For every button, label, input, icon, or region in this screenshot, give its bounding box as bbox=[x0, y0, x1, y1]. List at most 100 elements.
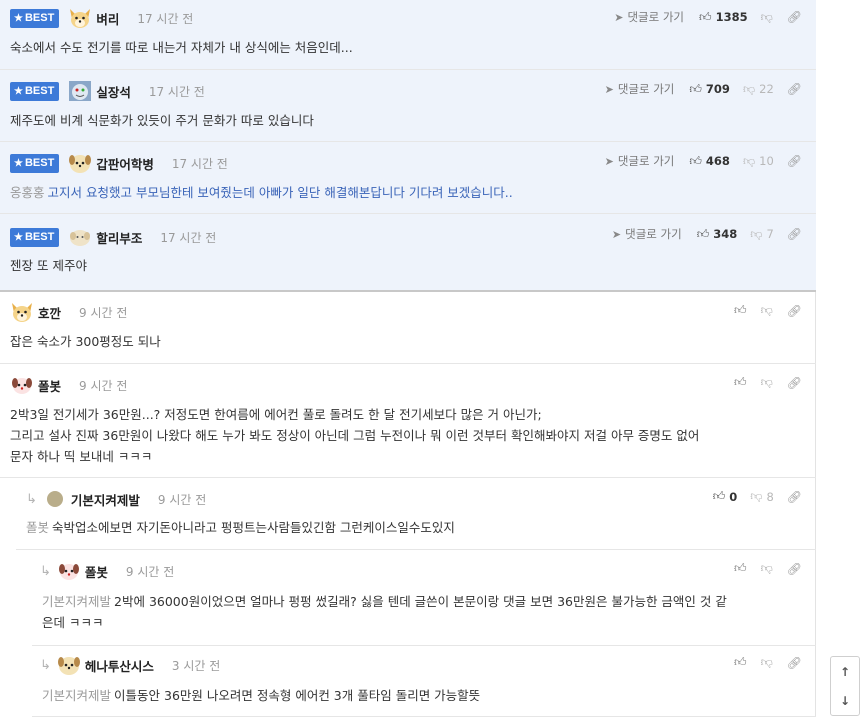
link-icon[interactable]: 🔗︎ bbox=[787, 227, 802, 241]
like-button[interactable]: 👍︎ 468 bbox=[689, 154, 730, 169]
best-badge: ★ BEST bbox=[10, 227, 60, 247]
link-icon[interactable]: 🔗︎ bbox=[787, 154, 802, 168]
mention[interactable]: 기본지켜제발 bbox=[42, 594, 111, 609]
like-button[interactable]: 👍︎ bbox=[734, 561, 747, 576]
go-to-reply-link[interactable]: ➤ 댓글로 가기 bbox=[605, 81, 675, 97]
link-icon[interactable]: 🔗︎ bbox=[787, 656, 802, 670]
dislike-button[interactable]: 👎︎ bbox=[761, 303, 773, 318]
like-button[interactable]: 👍︎ bbox=[734, 303, 747, 318]
reply-arrow-icon: ➤ bbox=[604, 82, 614, 96]
reply-arrow-icon: ➤ bbox=[611, 227, 622, 241]
mention[interactable]: 폴봇 bbox=[26, 520, 49, 535]
dislike-button[interactable]: 👎︎ bbox=[761, 375, 773, 390]
nickname[interactable]: 갑판어학병 bbox=[96, 154, 154, 173]
link-icon[interactable]: 🔗︎ bbox=[787, 562, 802, 576]
scroll-control: ↑ ↓ bbox=[830, 656, 860, 716]
thumb-down-icon: 👎︎ bbox=[742, 153, 756, 168]
mention[interactable]: 옹홍홍 bbox=[10, 185, 45, 200]
thumb-down-icon: 👎︎ bbox=[742, 81, 756, 96]
avatar[interactable] bbox=[68, 226, 92, 248]
nickname[interactable]: 할리부조 bbox=[96, 228, 142, 247]
go-to-reply-link[interactable]: ➤ 댓글로 가기 bbox=[614, 9, 684, 25]
thumb-up-icon: 👍︎ bbox=[689, 81, 702, 96]
timestamp: 9 시간 전 bbox=[79, 305, 128, 320]
comment-text: 숙소에서 수도 전기를 따로 내는거 자체가 내 상식에는 처음인데... bbox=[10, 40, 353, 55]
thumb-up-icon: 👍︎ bbox=[734, 655, 747, 669]
avatar[interactable] bbox=[68, 152, 92, 174]
reply-comment: ↳ 헤나투산시스 3 시간 전 👍︎ 👎︎ 🔗︎ 기본지켜제발 이틀동안 36만원… bbox=[32, 646, 816, 717]
thumb-up-icon: 👍︎ bbox=[734, 303, 747, 317]
like-button[interactable]: 👍︎ 0 bbox=[713, 489, 738, 504]
link-icon[interactable]: 🔗︎ bbox=[787, 82, 802, 96]
comment-list: ★ BEST 벼리 17 시간 전 ➤ 댓글로 가기 👍︎ 1385 👎︎ 🔗︎ 숙소… bbox=[0, 0, 816, 717]
dislike-button[interactable]: 👎︎ bbox=[761, 561, 773, 576]
thumb-up-icon: 👍︎ bbox=[696, 226, 710, 241]
reply-arrow-icon: ↳ bbox=[26, 491, 37, 507]
timestamp: 9 시간 전 bbox=[79, 378, 128, 393]
nickname[interactable]: 폴봇 bbox=[85, 562, 108, 581]
go-to-reply-link[interactable]: ➤ 댓글로 가기 bbox=[605, 153, 675, 169]
best-badge: ★ BEST bbox=[10, 153, 60, 173]
like-button[interactable]: 👍︎ 348 bbox=[697, 227, 738, 242]
thumb-up-icon: 👍︎ bbox=[712, 489, 726, 503]
timestamp: 9 시간 전 bbox=[125, 564, 175, 579]
dislike-button[interactable]: 👎︎ 8 bbox=[750, 489, 774, 504]
dislike-button[interactable]: 👎︎ 22 bbox=[743, 82, 774, 97]
arrow-down-icon[interactable]: ↓ bbox=[840, 694, 850, 708]
comment-text: 제주도에 비계 식문화가 있듯이 주거 문화가 따로 있습니다 bbox=[10, 113, 314, 128]
avatar[interactable] bbox=[43, 488, 67, 510]
star-icon: ★ bbox=[14, 231, 23, 243]
dislike-button[interactable]: 👎︎ bbox=[761, 655, 773, 670]
thumb-down-icon: 👎︎ bbox=[750, 226, 763, 241]
comment: 호깐 9 시간 전 👍︎ 👎︎ 🔗︎ 잡은 숙소가 300평정도 되나 bbox=[0, 292, 816, 364]
link-icon[interactable]: 🔗︎ bbox=[787, 376, 802, 390]
link-icon[interactable]: 🔗︎ bbox=[787, 490, 802, 504]
avatar[interactable] bbox=[10, 374, 34, 396]
like-button[interactable]: 👍︎ bbox=[734, 655, 747, 670]
go-to-reply-link[interactable]: ➤ 댓글로 가기 bbox=[612, 226, 682, 242]
timestamp: 17 시간 전 bbox=[148, 84, 205, 99]
dislike-button[interactable]: 👎︎ bbox=[761, 10, 773, 25]
comment: 폴봇 9 시간 전 👍︎ 👎︎ 🔗︎ 2박3일 전기세가 36만원...? 저정… bbox=[0, 364, 816, 478]
dislike-button[interactable]: 👎︎ 10 bbox=[743, 154, 774, 169]
avatar[interactable] bbox=[10, 301, 34, 323]
nickname[interactable]: 헤나투산시스 bbox=[85, 656, 154, 675]
mention[interactable]: 기본지켜제발 bbox=[42, 688, 111, 703]
reply-comment: ↳ 기본지켜제발 9 시간 전 👍︎ 0 👎︎ 8 🔗︎ 폴봇 숙박업소에보면 자기돈… bbox=[16, 478, 816, 550]
like-button[interactable]: 👍︎ bbox=[734, 375, 747, 390]
like-button[interactable]: 👍︎ 1385 bbox=[699, 10, 748, 25]
comment-text: 잡은 숙소가 300평정도 되나 bbox=[10, 334, 161, 349]
comment-text: 폴봇 숙박업소에보면 자기돈아니라고 펑펑트는사람들있긴함 그런케이스일수도있지 bbox=[26, 520, 455, 535]
best-comment: ★ BEST 갑판어학병 17 시간 전 ➤ 댓글로 가기 👍︎ 468 👎︎ 10 🔗… bbox=[0, 142, 816, 214]
thumb-up-icon: 👍︎ bbox=[734, 375, 747, 389]
comment-text: 기본지켜제발 이틀동안 36만원 나오려면 정속형 에어컨 3개 풀타임 돌리면 … bbox=[42, 688, 481, 703]
thumb-up-icon: 👍︎ bbox=[734, 561, 747, 575]
reply-arrow-icon: ➤ bbox=[614, 10, 624, 24]
thumb-down-icon: 👎︎ bbox=[760, 561, 773, 575]
thumb-down-icon: 👎︎ bbox=[760, 655, 773, 669]
nickname[interactable]: 호깐 bbox=[38, 303, 61, 322]
avatar[interactable] bbox=[68, 80, 92, 102]
link-icon[interactable]: 🔗︎ bbox=[787, 304, 802, 318]
reply-arrow-icon: ↳ bbox=[40, 657, 51, 673]
nickname[interactable]: 폴봇 bbox=[38, 376, 61, 395]
like-button[interactable]: 👍︎ 709 bbox=[689, 82, 730, 97]
nickname[interactable]: 벼리 bbox=[96, 9, 119, 28]
thumb-up-icon: 👍︎ bbox=[689, 153, 702, 168]
best-comment: ★ BEST 할리부조 17 시간 전 ➤ 댓글로 가기 👍︎ 348 👎︎ 7 🔗︎ … bbox=[0, 214, 816, 292]
avatar[interactable] bbox=[57, 654, 81, 676]
avatar[interactable] bbox=[57, 560, 81, 582]
comment-text: 기본지켜제발 2박에 36000원이었으면 얼마나 펑펑 썼길래? 싫을 텐데 글… bbox=[42, 594, 727, 630]
timestamp: 3 시간 전 bbox=[171, 658, 221, 673]
dislike-button[interactable]: 👎︎ 7 bbox=[750, 227, 774, 242]
link-icon[interactable]: 🔗︎ bbox=[787, 10, 802, 24]
avatar[interactable] bbox=[68, 7, 92, 29]
nickname[interactable]: 실장석 bbox=[96, 82, 131, 101]
timestamp: 9 시간 전 bbox=[157, 492, 207, 507]
best-comment: ★ BEST 벼리 17 시간 전 ➤ 댓글로 가기 👍︎ 1385 👎︎ 🔗︎ 숙소… bbox=[0, 0, 816, 70]
nickname[interactable]: 기본지켜제발 bbox=[71, 490, 140, 509]
thumb-down-icon: 👎︎ bbox=[760, 375, 773, 389]
reply-arrow-icon: ↳ bbox=[40, 563, 51, 579]
star-icon: ★ bbox=[14, 85, 23, 97]
arrow-up-icon[interactable]: ↑ bbox=[840, 665, 850, 679]
